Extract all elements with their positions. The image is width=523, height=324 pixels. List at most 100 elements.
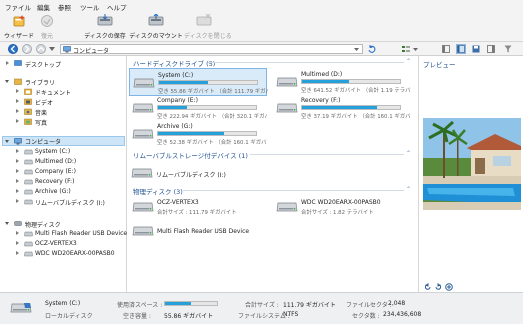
- physical-disk-name: Multi Flash Reader USB Device: [157, 228, 250, 235]
- tree-item-drive[interactable]: System (C:): [14, 147, 124, 157]
- menu-file[interactable]: ファイル: [5, 2, 31, 12]
- tree-item-desktop[interactable]: デスクトップ: [4, 59, 124, 69]
- tree-item-computer[interactable]: コンピュータ: [2, 136, 125, 146]
- address-bar[interactable]: コンピュータ: [60, 44, 363, 55]
- refresh-icon[interactable]: [367, 45, 376, 54]
- rotate-right-icon[interactable]: [434, 283, 442, 291]
- rotate-left-icon[interactable]: [424, 283, 432, 291]
- drive-tile[interactable]: System (C:)空き 55.86 ギガバイト （合計 111.79 ギガバ…: [129, 68, 268, 96]
- usage-bar: [301, 105, 401, 110]
- mount-disk-button[interactable]: ディスクのマウント: [128, 12, 184, 42]
- status-total-value: 111.79 ギガバイト: [283, 302, 336, 309]
- wizard-button[interactable]: ウィザード: [4, 12, 34, 42]
- tree-item-videos[interactable]: ビデオ: [14, 97, 124, 107]
- tree-item-drive[interactable]: Company (E:): [14, 167, 124, 177]
- collapse-section-icon[interactable]: ⌃: [406, 151, 412, 157]
- back-button[interactable]: [8, 44, 18, 54]
- collapse-icon[interactable]: [5, 80, 9, 83]
- usage-bar: [301, 79, 401, 84]
- physical-disk-icon: [132, 226, 154, 236]
- expand-icon[interactable]: [16, 189, 19, 193]
- address-dropdown-icon[interactable]: [354, 48, 359, 51]
- filter-button[interactable]: [503, 44, 513, 54]
- tree-item-drive[interactable]: Multimed (D:): [14, 157, 124, 167]
- menu-view[interactable]: 参照: [58, 2, 71, 12]
- tree-item-physical-disks[interactable]: 物理ディスク: [4, 219, 124, 229]
- save-disk-button[interactable]: ディスクの保存: [84, 12, 126, 42]
- usage-bar-fill: [158, 132, 224, 135]
- drive-tile[interactable]: Archive (G:) 空き 52.38 ギガバイト （合計 160.1 ギガバ…: [129, 120, 267, 148]
- hard-drive-icon: [132, 103, 154, 113]
- documents-icon: [24, 88, 32, 95]
- preview-pane-icon: [457, 45, 465, 53]
- hard-drive-icon: [276, 103, 298, 113]
- tree-label: ドキュメント: [35, 90, 72, 97]
- desktop-icon: [14, 60, 22, 66]
- tree-item-libraries[interactable]: ライブラリ: [4, 77, 124, 87]
- drive-name: Archive (G:): [157, 123, 193, 130]
- tree-item-pictures[interactable]: 写真: [14, 117, 124, 127]
- physical-disk-tile[interactable]: Multi Flash Reader USB Device: [129, 220, 267, 244]
- drive-tile[interactable]: Recovery (F:) 空き 37.19 ギガバイト （合計 160.1 ギガ…: [273, 94, 411, 122]
- expand-icon[interactable]: [16, 109, 19, 113]
- collapse-section-icon[interactable]: ⌃: [406, 59, 412, 65]
- tree-item-music[interactable]: 音楽: [14, 107, 124, 117]
- tree-label: System (C:): [35, 148, 71, 155]
- tree-item-drive[interactable]: Recovery (F:): [14, 177, 124, 187]
- collapse-icon[interactable]: [5, 222, 9, 225]
- expand-icon[interactable]: [16, 199, 19, 203]
- tree-item-drive[interactable]: Archive (G:): [14, 187, 124, 197]
- collapse-icon[interactable]: [5, 140, 9, 143]
- collapse-section-icon[interactable]: ⌃: [406, 187, 412, 193]
- physical-disk-tile[interactable]: OCZ-VERTEX3 合計サイズ : 111.79 ギガバイト: [129, 196, 267, 220]
- recover-button[interactable]: 復元: [36, 12, 58, 42]
- expand-icon[interactable]: [16, 149, 19, 153]
- view-dropdown-icon[interactable]: [413, 48, 418, 51]
- drive-tile[interactable]: Multimed (D:) 空き 641.52 ギガバイト （合計 1.19 テラ…: [273, 68, 411, 96]
- drive-icon: [24, 179, 33, 185]
- tree-label: ビデオ: [35, 100, 54, 107]
- expand-icon[interactable]: [16, 119, 19, 123]
- tree-item-drive[interactable]: リムーバブルディスク (I:): [14, 197, 124, 207]
- menu-help[interactable]: ヘルプ: [107, 2, 127, 12]
- forward-button[interactable]: [22, 44, 32, 54]
- history-dropdown-icon[interactable]: [49, 47, 55, 51]
- tree-item-documents[interactable]: ドキュメント: [14, 87, 124, 97]
- expand-icon[interactable]: [16, 99, 19, 103]
- wizard-label: ウィザード: [4, 33, 35, 40]
- details-pane-toggle[interactable]: [441, 44, 451, 54]
- section-divider: [250, 154, 404, 155]
- physical-disk-name: OCZ-VERTEX3: [157, 199, 199, 206]
- up-button[interactable]: [36, 44, 46, 54]
- expand-icon[interactable]: [16, 159, 19, 163]
- tree-item-physical-disk[interactable]: OCZ-VERTEX3: [14, 239, 124, 249]
- tree-label: Company (E:): [35, 168, 76, 175]
- menu-tools[interactable]: ツール: [80, 2, 100, 12]
- drive-tile[interactable]: Company (E:) 空き 222.94 ギガバイト （合計 320.1 ギガ…: [129, 94, 267, 122]
- preview-pane-toggle[interactable]: [456, 44, 466, 54]
- preview-toggle-button[interactable]: [486, 44, 496, 54]
- expand-icon[interactable]: [16, 241, 19, 245]
- physical-disk-tile[interactable]: WDC WD20EARX-00PASB0 合計サイズ : 1.82 テラバイト: [273, 196, 411, 220]
- menu-edit[interactable]: 編集: [37, 2, 50, 12]
- tree-label: 音楽: [35, 110, 48, 117]
- status-free-label: 空き容量 :: [123, 313, 151, 320]
- expand-icon[interactable]: [16, 169, 19, 173]
- expand-icon[interactable]: [16, 231, 19, 235]
- tree-item-physical-disk[interactable]: WDC WD20EARX-00PASB0: [14, 249, 124, 259]
- usage-bar-fill: [302, 80, 350, 83]
- removable-disk-tile[interactable]: リムーバブルディスク (I:): [128, 162, 268, 186]
- expand-icon[interactable]: [16, 89, 19, 93]
- expand-icon[interactable]: [6, 61, 9, 65]
- drive-icon: [24, 189, 33, 195]
- tree-item-physical-disk[interactable]: Multi Flash Reader USB Device: [14, 229, 127, 239]
- expand-icon[interactable]: [16, 251, 19, 255]
- physical-disk-icon: [132, 202, 154, 212]
- usage-bar: [157, 131, 257, 136]
- view-mode-button[interactable]: [401, 44, 411, 54]
- close-disk-button[interactable]: ディスクを閉じる: [184, 12, 232, 42]
- status-usage-bar: [164, 301, 218, 306]
- fullscreen-icon[interactable]: [445, 283, 453, 291]
- save-layout-button[interactable]: [471, 44, 481, 54]
- expand-icon[interactable]: [16, 179, 19, 183]
